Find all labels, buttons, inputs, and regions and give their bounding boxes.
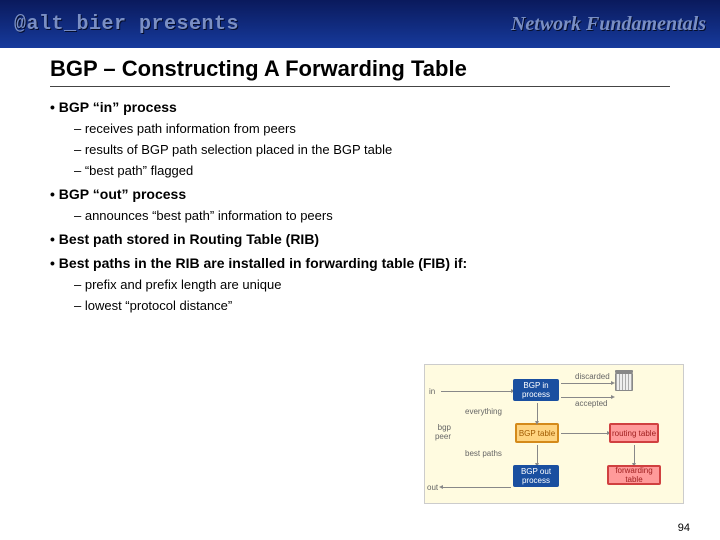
slide-content: BGP – Constructing A Forwarding Table BG… — [0, 48, 720, 313]
page-number: 94 — [678, 522, 690, 534]
sub-receives: receives path information from peers — [74, 121, 670, 136]
flow-diagram: in BGP in process discarded accepted eve… — [424, 364, 684, 504]
slide-title: BGP – Constructing A Forwarding Table — [50, 56, 670, 82]
box-bgp-out: BGP out process — [513, 465, 559, 487]
bullet-in-process: BGP “in” process — [50, 99, 670, 115]
label-everything: everything — [465, 407, 502, 416]
arrow-discarded — [561, 383, 611, 384]
label-accepted: accepted — [575, 399, 607, 408]
box-bgp-table: BGP table — [515, 423, 559, 443]
arrow-in-to-table — [537, 403, 538, 421]
sub-results: results of BGP path selection placed in … — [74, 142, 670, 157]
arrow-rib-to-fib — [634, 445, 635, 463]
arrow-to-rib — [561, 433, 607, 434]
label-in: in — [429, 387, 435, 396]
label-bgp-peer: bgp peer — [427, 423, 451, 441]
trash-icon — [615, 373, 633, 391]
sub-protocol-distance: lowest “protocol distance” — [74, 298, 670, 313]
bullet-out-process: BGP “out” process — [50, 186, 670, 202]
sub-announces: announces “best path” information to pee… — [74, 208, 670, 223]
label-best-paths: best paths — [465, 449, 502, 458]
sub-best-flagged: “best path” flagged — [74, 163, 670, 178]
arrow-in — [441, 391, 511, 392]
label-out: out — [427, 483, 438, 492]
header-right: Network Fundamentals — [511, 13, 706, 36]
title-rule — [50, 86, 670, 87]
box-bgp-in: BGP in process — [513, 379, 559, 401]
label-discarded: discarded — [575, 372, 610, 381]
arrow-table-to-out — [537, 445, 538, 463]
bullet-fib: Best paths in the RIB are installed in f… — [50, 255, 670, 271]
sub-prefix-unique: prefix and prefix length are unique — [74, 277, 670, 292]
arrow-accepted — [561, 397, 611, 398]
box-routing-table: routing table — [609, 423, 659, 443]
box-forwarding-table: forwarding table — [607, 465, 661, 485]
arrow-out — [443, 487, 511, 488]
slide-header: @alt_bier presents Network Fundamentals — [0, 0, 720, 48]
bullet-rib: Best path stored in Routing Table (RIB) — [50, 231, 670, 247]
header-left: @alt_bier presents — [14, 13, 239, 36]
